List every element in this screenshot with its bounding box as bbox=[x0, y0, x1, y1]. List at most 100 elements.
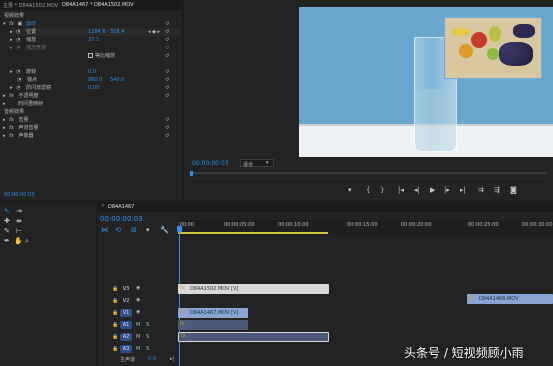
work-area-bar[interactable] bbox=[178, 232, 328, 234]
channel-volume-row[interactable]: ▸ fx 声道音量 ↺ bbox=[3, 124, 181, 132]
ripple-edit-tool-icon[interactable]: ✚ bbox=[4, 217, 10, 225]
go-to-out-icon[interactable]: ▸| bbox=[460, 186, 466, 194]
step-forward-icon[interactable]: |▸ bbox=[444, 186, 450, 194]
mute-icon[interactable]: M bbox=[136, 322, 140, 328]
uniform-scale-checkbox[interactable] bbox=[88, 53, 93, 58]
lock-icon[interactable]: 🔒 bbox=[112, 310, 118, 316]
solo-icon[interactable]: S bbox=[146, 346, 149, 352]
reset-icon[interactable]: ↺ bbox=[165, 124, 169, 132]
zoom-tool-icon[interactable]: ⌕ bbox=[25, 237, 29, 245]
playhead-handle[interactable] bbox=[190, 171, 193, 176]
overwrite-icon[interactable]: ⇶ bbox=[494, 186, 500, 194]
clip-a1[interactable]: fx bbox=[178, 320, 248, 330]
program-timecode[interactable]: 00:00:00:03 bbox=[192, 160, 229, 167]
overlay-clip-fruit[interactable] bbox=[444, 17, 542, 79]
expand-chevron-icon[interactable]: ▸ bbox=[3, 125, 6, 131]
flicker-value[interactable]: 0.00 bbox=[88, 84, 99, 92]
playhead-handle[interactable] bbox=[177, 226, 182, 232]
clip-a2[interactable]: fx bbox=[178, 332, 329, 342]
program-scrubber[interactable] bbox=[190, 172, 547, 174]
export-frame-icon[interactable]: ◙ bbox=[510, 186, 517, 194]
lock-icon[interactable]: 🔒 bbox=[112, 298, 118, 304]
close-icon[interactable]: × bbox=[101, 203, 105, 209]
volume-row[interactable]: ▸ fx 音量 ↺ bbox=[3, 116, 181, 124]
track-label[interactable]: V2 bbox=[120, 297, 132, 305]
track-label[interactable]: A1 bbox=[120, 321, 132, 329]
tab-sequence-clip[interactable]: D84A1467 * D84A1502.MOV bbox=[62, 2, 134, 8]
linked-selection-icon[interactable]: ⟲ bbox=[115, 226, 121, 234]
effect-controls-timecode[interactable]: 00:00:00:03 bbox=[4, 192, 35, 198]
scale-value[interactable]: 37.1 bbox=[88, 36, 99, 44]
expand-chevron-icon[interactable]: ▸ bbox=[10, 69, 13, 75]
track-label[interactable]: V3 bbox=[120, 285, 132, 293]
sequence-tab[interactable]: D84A1467 bbox=[108, 204, 134, 210]
play-icon[interactable]: ▶ bbox=[430, 186, 435, 194]
tab-source[interactable]: 主要 * D84A1502.MOV bbox=[3, 2, 58, 9]
keyframe-nav-icon[interactable]: ◂ ◆ ▸ bbox=[148, 28, 160, 36]
lock-icon[interactable]: 🔒 bbox=[112, 334, 118, 340]
motion-row[interactable]: ▾ fx ▣ 运动 ↺ bbox=[3, 20, 181, 28]
time-ruler[interactable]: :00:00 00:00:05:00 00:00:10:00 00:00:15:… bbox=[178, 220, 553, 237]
expand-chevron-icon[interactable]: ▸ bbox=[10, 85, 13, 91]
expand-chevron-icon[interactable]: ▸ bbox=[3, 117, 6, 123]
expand-chevron-icon[interactable]: ▸ bbox=[10, 37, 13, 43]
reset-icon[interactable]: ↺ bbox=[165, 44, 169, 52]
nest-icon[interactable]: ⊞ bbox=[131, 226, 137, 234]
reset-icon[interactable]: ↺ bbox=[165, 116, 169, 124]
pen-tool-icon[interactable]: ✒ bbox=[4, 237, 10, 245]
clip-v1[interactable]: fx D84A1467.MOV [V] bbox=[178, 308, 248, 318]
go-to-end-icon[interactable]: ▸| bbox=[170, 356, 174, 362]
track-select-tool-icon[interactable]: ⇥ bbox=[16, 207, 22, 215]
reset-icon[interactable]: ↺ bbox=[165, 92, 169, 100]
video-frame[interactable] bbox=[299, 7, 553, 157]
snap-icon[interactable]: ⋈ bbox=[101, 226, 108, 234]
selection-tool-icon[interactable]: ↖ bbox=[4, 207, 10, 215]
out-point-icon[interactable]: } bbox=[380, 186, 384, 194]
expand-chevron-icon[interactable]: ▸ bbox=[10, 29, 13, 35]
track-label[interactable]: A2 bbox=[120, 333, 132, 341]
razor-tool-icon[interactable]: ✎ bbox=[4, 227, 10, 235]
mute-icon[interactable]: M bbox=[136, 334, 140, 340]
reset-icon[interactable]: ↺ bbox=[165, 76, 169, 84]
in-point-icon[interactable]: { bbox=[366, 186, 370, 194]
insert-icon[interactable]: ⇉ bbox=[478, 186, 484, 194]
clip-v2[interactable]: fx D84A1468.MOV bbox=[467, 294, 553, 304]
lock-icon[interactable]: 🔒 bbox=[112, 322, 118, 328]
track-label[interactable]: A3 bbox=[120, 345, 132, 353]
hand-tool-icon[interactable]: ✋ bbox=[14, 237, 23, 245]
expand-chevron-icon[interactable]: ▸ bbox=[3, 101, 6, 107]
wrench-icon[interactable]: 🔧 bbox=[160, 226, 169, 234]
add-marker-icon[interactable]: ▾ bbox=[146, 226, 150, 234]
lock-icon[interactable]: 🔒 bbox=[112, 286, 118, 292]
reset-icon[interactable]: ↺ bbox=[165, 28, 169, 36]
eye-icon[interactable]: ◉ bbox=[136, 285, 140, 291]
time-remap-row[interactable]: ▸ 时间重映射 bbox=[3, 100, 181, 108]
marker-icon[interactable]: ▾ bbox=[348, 186, 352, 194]
slip-tool-icon[interactable]: ⊢ bbox=[16, 227, 22, 235]
zoom-select[interactable]: 适合 ▾ bbox=[240, 159, 274, 168]
master-value[interactable]: 0.0 bbox=[148, 356, 156, 362]
panner-row[interactable]: ▸ fx 声像器 ↺ bbox=[3, 132, 181, 140]
stopwatch-icon[interactable]: ◔ bbox=[16, 69, 20, 75]
opacity-row[interactable]: ▸ fx 不透明度 ↺ bbox=[3, 92, 181, 100]
go-to-in-icon[interactable]: |◂ bbox=[398, 186, 404, 194]
lock-icon[interactable]: 🔒 bbox=[112, 346, 118, 352]
reset-icon[interactable]: ↺ bbox=[165, 68, 169, 76]
stopwatch-icon[interactable]: ◔ bbox=[16, 29, 20, 35]
solo-icon[interactable]: S bbox=[146, 334, 149, 340]
expand-chevron-icon[interactable]: ▸ bbox=[3, 133, 6, 139]
rotation-value[interactable]: 0.0 bbox=[88, 68, 96, 76]
reset-icon[interactable]: ↺ bbox=[165, 52, 169, 60]
reset-icon[interactable]: ↺ bbox=[165, 36, 169, 44]
expand-chevron-icon[interactable]: ▸ bbox=[3, 93, 6, 99]
anchor-y-value[interactable]: 540.0 bbox=[110, 76, 124, 84]
anchor-x-value[interactable]: 960.0 bbox=[88, 76, 102, 84]
reset-icon[interactable]: ↺ bbox=[165, 20, 169, 28]
expand-chevron-icon[interactable]: ▾ bbox=[3, 21, 6, 27]
rate-stretch-tool-icon[interactable]: ⇼ bbox=[16, 217, 22, 225]
eye-icon[interactable]: ◉ bbox=[136, 309, 140, 315]
position-x-value[interactable]: 1184.6 bbox=[88, 28, 106, 36]
stopwatch-icon[interactable]: ◔ bbox=[16, 85, 20, 91]
timeline-timecode[interactable]: 00:00:00:03 bbox=[100, 215, 143, 223]
mute-icon[interactable]: M bbox=[136, 346, 140, 352]
